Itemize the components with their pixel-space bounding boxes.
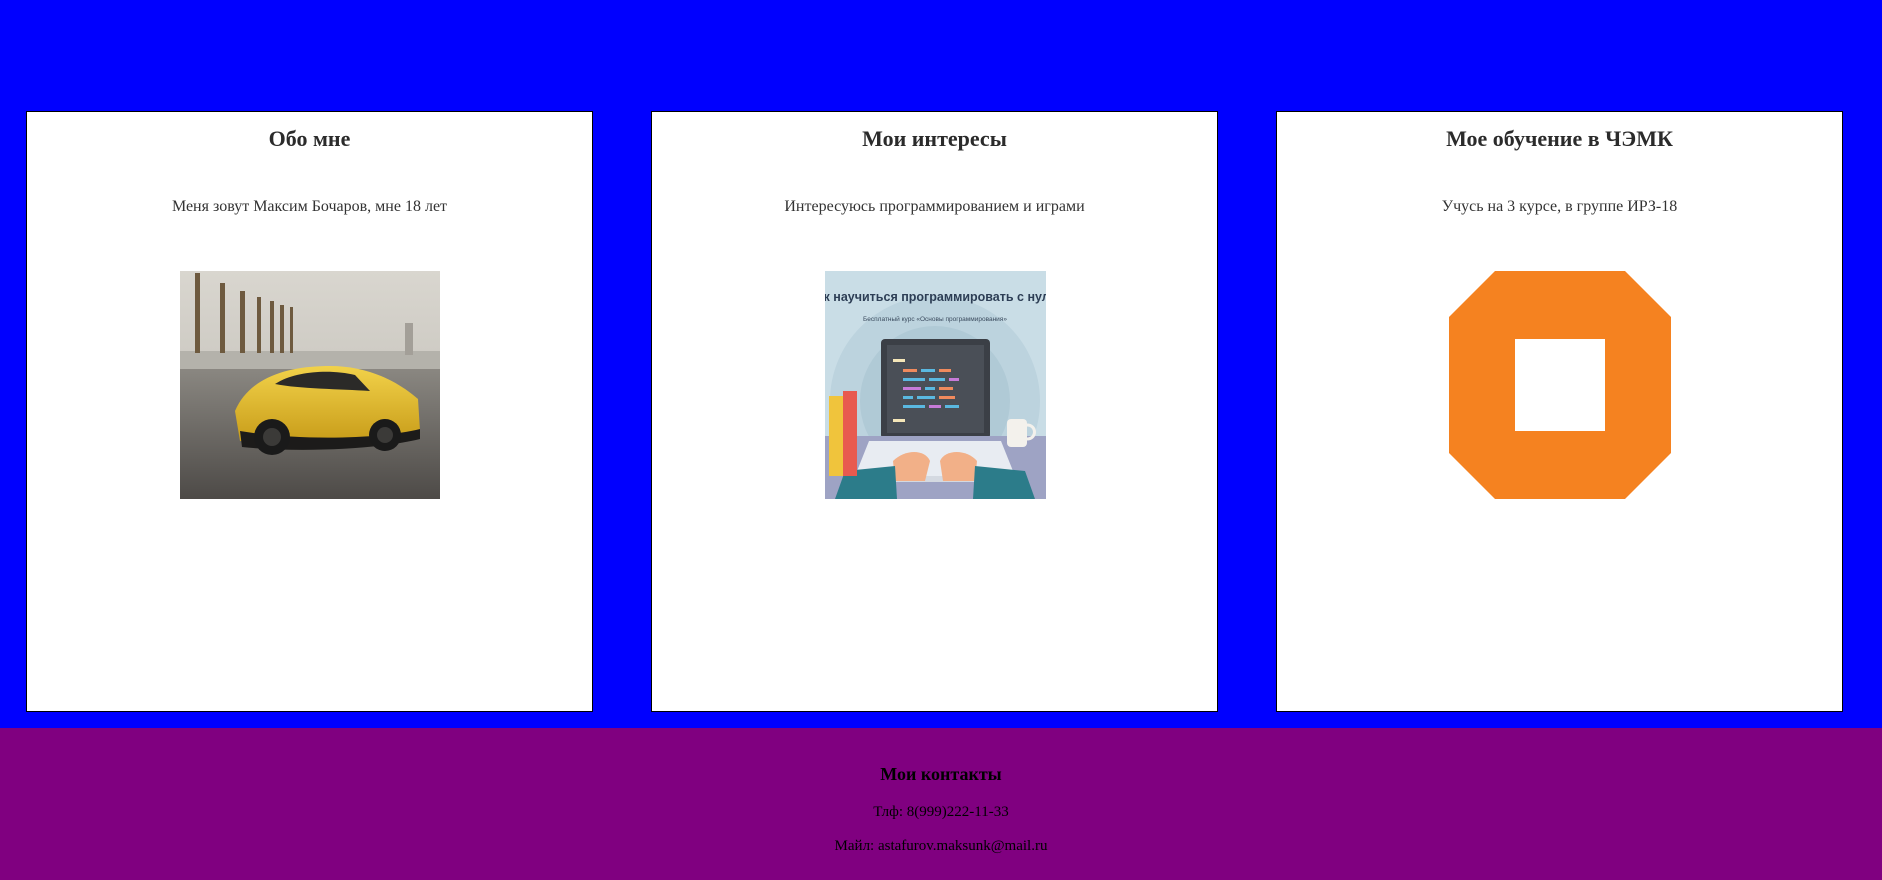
card-text: Меня зовут Максим Бочаров, мне 18 лет: [171, 198, 448, 215]
card-about-me: Обо мне Меня зовут Максим Бочаров, мне 1…: [26, 111, 593, 712]
footer-phone: Тлф: 8(999)222-11-33: [873, 804, 1009, 820]
card-title: Обо мне: [268, 126, 351, 151]
college-logo: [1449, 271, 1671, 499]
programming-illustration: Как научиться программировать с нуля! Бе…: [825, 271, 1046, 499]
cards-section: Обо мне Меня зовут Максим Бочаров, мне 1…: [0, 0, 1882, 728]
card-title: Мои интересы: [862, 126, 1007, 151]
footer-email: Майл: astafurov.maksunk@mail.ru: [834, 838, 1048, 854]
illustration-title: Как научиться программировать с нуля!: [825, 290, 1046, 304]
car-photo: [180, 271, 440, 499]
card-education: Мое обучение в ЧЭМК Учусь на 3 курсе, в …: [1276, 111, 1843, 712]
card-interests: Мои интересы Интересуюсь программировани…: [651, 111, 1218, 712]
card-title: Мое обучение в ЧЭМК: [1446, 126, 1673, 151]
card-text: Интересуюсь программированием и играми: [784, 198, 1085, 215]
contacts-footer: Мои контакты Тлф: 8(999)222-11-33 Майл: …: [0, 728, 1882, 880]
footer-title: Мои контакты: [880, 764, 1002, 784]
illustration-subtitle: Бесплатный курс «Основы программирования…: [863, 315, 1007, 323]
card-text: Учусь на 3 курсе, в группе ИРЗ-18: [1441, 198, 1678, 215]
